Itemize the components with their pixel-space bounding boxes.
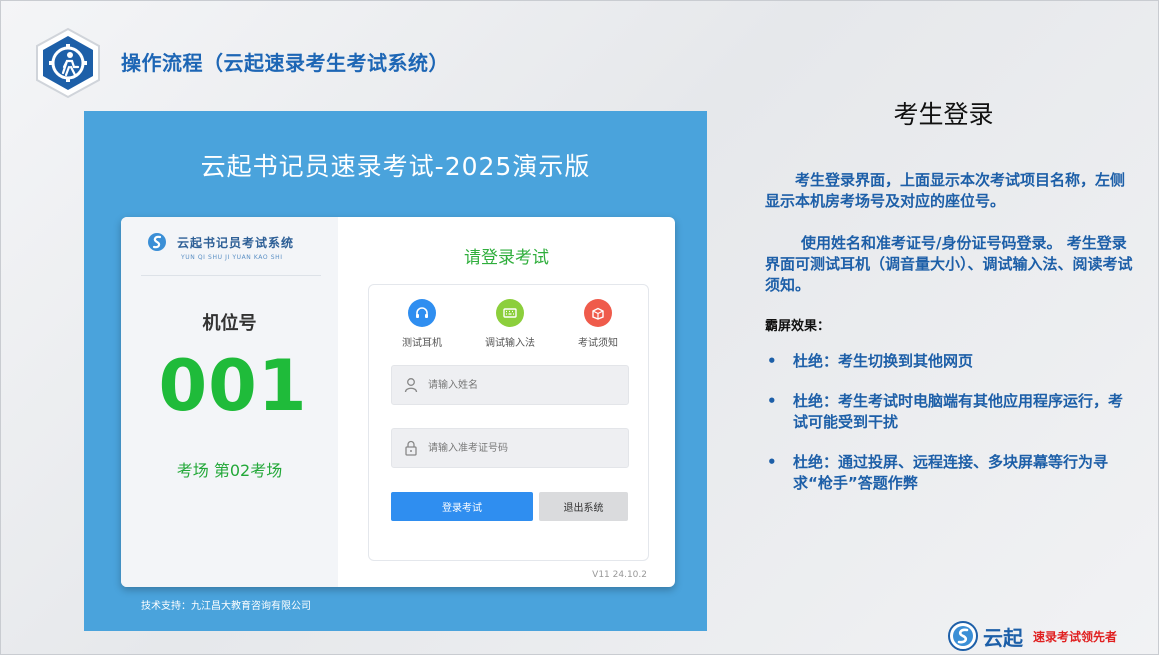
seat-number: 001 [158, 345, 308, 427]
list-item: • 杜绝：考生考试时电脑端有其他应用程序运行，考试可能受到干扰 [765, 391, 1137, 433]
seat-label: 机位号 [202, 313, 257, 334]
page-title: 操作流程（云起速录考生考试系统） [121, 51, 449, 75]
list-item: • 杜绝：通过投屏、远程连接、多块屏幕等行为寻求“枪手”答题作弊 [765, 452, 1137, 494]
notes-title: 考生登录 [893, 100, 994, 129]
brand-name: 云起书记员考试系统 [177, 235, 295, 250]
login-exam-button[interactable]: 登录考试 [391, 492, 533, 521]
footer-brand: 云起 [983, 625, 1023, 650]
brand-pinyin: YUN QI SHU JI YUAN KAO SHI [181, 254, 283, 261]
seat-panel: 云起书记员考试系统 YUN QI SHU JI YUAN KAO SHI 机位号… [121, 217, 338, 587]
exit-system-button[interactable]: 退出系统 [539, 492, 628, 521]
bullet-icon: • [767, 453, 777, 471]
divider [141, 275, 321, 276]
exam-notice-button[interactable]: 考试须知 [553, 299, 643, 349]
list-item-text: 杜绝：考生考试时电脑端有其他应用程序运行，考试可能受到干扰 [793, 392, 1124, 431]
brand-row: 云起书记员考试系统 [147, 231, 294, 253]
gear-person-icon [36, 27, 100, 99]
effect-list: • 杜绝：考生切换到其他网页 • 杜绝：考生考试时电脑端有其他应用程序运行，考试可能… [765, 351, 1137, 513]
id-field [391, 428, 629, 468]
lock-icon [405, 440, 417, 456]
bullet-icon: • [767, 392, 777, 410]
login-card: 云起书记员考试系统 YUN QI SHU JI YUAN KAO SHI 机位号… [121, 217, 675, 587]
tech-support-label: 技术支持：九江昌大教育咨询有限公司 [141, 601, 311, 612]
login-title: 请登录考试 [464, 248, 549, 268]
notes-paragraph: 考生登录界面，上面显示本次考试项目名称，左侧显示本机房考场号及对应的座位号。 [765, 171, 1126, 210]
name-input[interactable] [428, 366, 623, 404]
footer-slogan: 速录考试领先者 [1033, 629, 1118, 644]
bullet-icon: • [767, 352, 777, 370]
brand-logo-icon [148, 233, 166, 251]
brand-logo-icon [948, 621, 978, 651]
login-window: 云起书记员速录考试-2025演示版 云起书记员考试系统 YUN QI SHU J… [84, 111, 707, 631]
name-field [391, 365, 629, 405]
tool-label: 考试须知 [578, 338, 618, 349]
list-item-text: 杜绝：通过投屏、远程连接、多块屏幕等行为寻求“枪手”答题作弊 [793, 453, 1109, 492]
notice-box-icon [584, 299, 612, 327]
notes-paragraph: 使用姓名和准考证号/身份证号码登录。 考生登录界面可测试耳机（调音量大小）、调试… [765, 234, 1133, 294]
login-form: 测试耳机 调试输入法 考试须知 请输入姓名 请输入准考证号码 登录考试 退出系统 [368, 284, 649, 561]
test-headset-button[interactable]: 测试耳机 [377, 299, 467, 349]
exam-title: 云起书记员速录考试-2025演示版 [200, 152, 591, 181]
list-item-text: 杜绝：考生切换到其他网页 [793, 352, 974, 370]
tool-label: 调试输入法 [485, 338, 535, 349]
keyboard-icon [496, 299, 524, 327]
exam-room-label: 考场 第02考场 [176, 461, 283, 480]
version-label: V11 24.10.2 [592, 570, 647, 580]
user-icon [404, 378, 418, 393]
effect-label: 霸屏效果： [765, 319, 831, 334]
ticket-number-input[interactable] [428, 429, 623, 467]
tool-label: 测试耳机 [402, 338, 442, 349]
headset-icon [408, 299, 436, 327]
test-input-method-button[interactable]: 调试输入法 [465, 299, 555, 349]
footer-logo: 云起 速录考试领先者 [948, 621, 1117, 651]
slide: 操作流程（云起速录考生考试系统） 云起书记员速录考试-2025演示版 云起书记员… [0, 0, 1159, 655]
list-item: • 杜绝：考生切换到其他网页 [765, 351, 1137, 372]
login-panel: 请登录考试 测试耳机 调试输入法 考试须知 请输入姓名 请输入准考证号码 登录考… [338, 217, 675, 587]
